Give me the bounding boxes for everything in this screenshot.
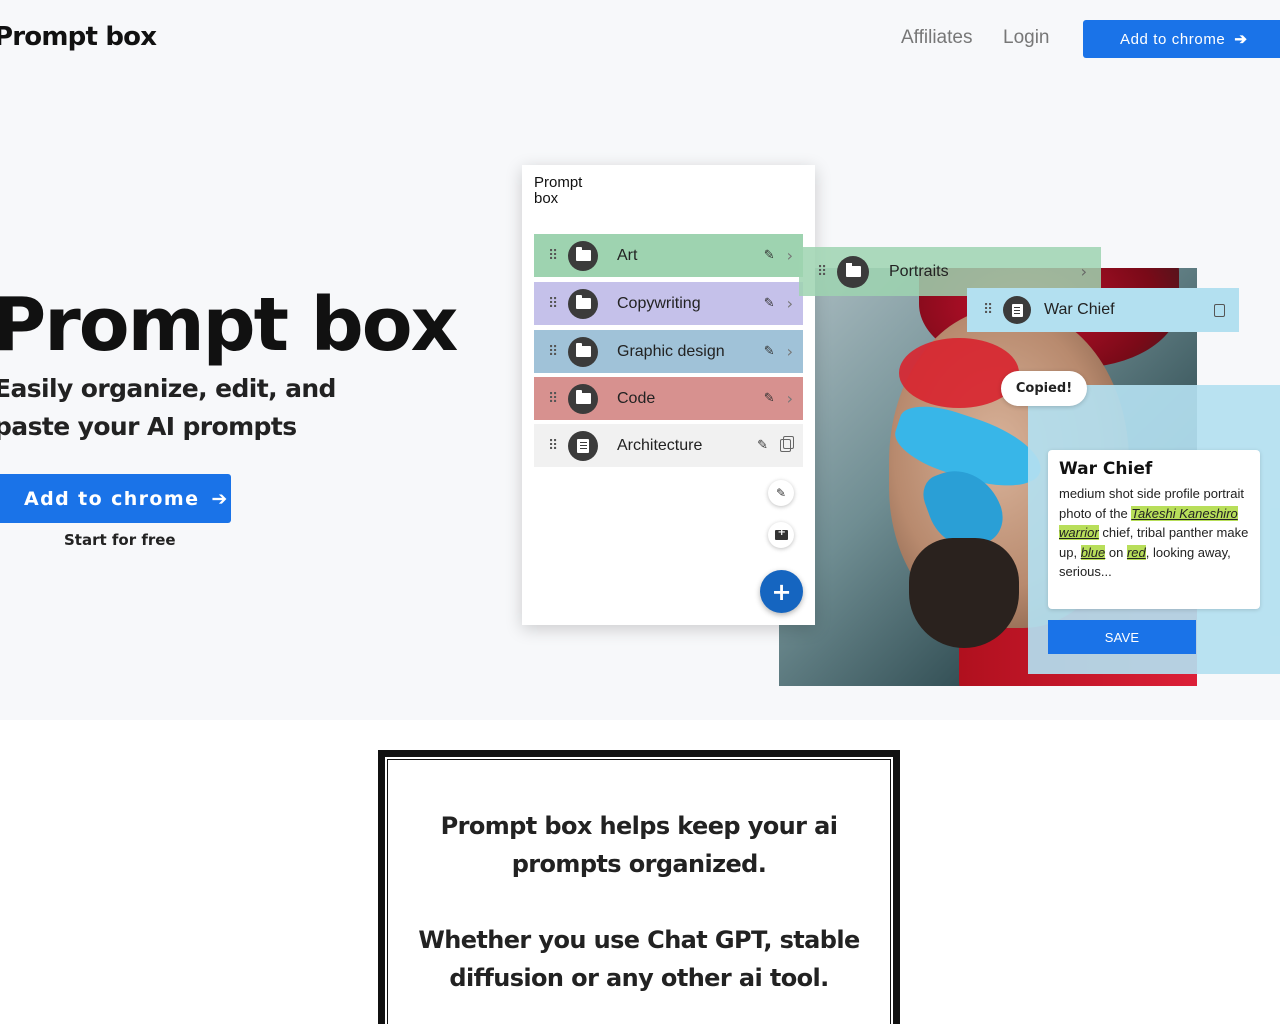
header-add-to-chrome-button[interactable]: Add to chrome ➔ <box>1083 20 1280 58</box>
prompt-label: Architecture <box>617 436 703 454</box>
add-button[interactable]: + <box>760 570 803 613</box>
edit-icon[interactable]: ✎ <box>757 438 768 453</box>
chevron-right-icon[interactable]: › <box>787 246 793 265</box>
prompt-card-title: War Chief <box>1059 459 1153 479</box>
folder-label: Art <box>617 246 638 264</box>
hero-cta-label: Add to chrome <box>24 487 200 510</box>
panel-title: Prompt box <box>534 174 583 207</box>
folder-icon <box>837 255 869 288</box>
chevron-right-icon[interactable]: › <box>1081 262 1087 281</box>
folder-row-code[interactable]: ⠿ Code ✎ › <box>534 377 803 420</box>
folder-icon <box>568 240 598 271</box>
info-line-2: Whether you use Chat GPT, stable diffusi… <box>418 926 860 992</box>
drag-handle-icon[interactable]: ⠿ <box>548 297 566 311</box>
document-icon <box>1003 296 1031 324</box>
copy-icon[interactable] <box>1214 303 1225 317</box>
highlight-variable[interactable]: red <box>1126 544 1146 560</box>
hero-subtitle: Easily organize, edit, and paste your AI… <box>0 374 336 441</box>
folder-row-art[interactable]: ⠿ Art ✎ › <box>534 234 803 277</box>
drag-handle-icon[interactable]: ⠿ <box>548 345 566 359</box>
drag-handle-icon[interactable]: ⠿ <box>548 392 566 406</box>
folder-label: Copywriting <box>617 294 701 312</box>
arrow-right-icon: ➔ <box>211 487 229 510</box>
start-free-note: Start for free <box>64 531 176 549</box>
hero-section: Prompt box Affiliates Login Add to chrom… <box>0 0 1280 720</box>
info-line-1: Prompt box helps keep your ai prompts or… <box>440 812 838 878</box>
prompt-card-body[interactable]: medium shot side profile portrait photo … <box>1059 484 1250 582</box>
info-box: Prompt box helps keep your ai prompts or… <box>378 750 900 1024</box>
edit-icon[interactable]: ✎ <box>764 344 775 359</box>
pencil-icon: ✎ <box>775 486 787 500</box>
drag-handle-icon[interactable]: ⠿ <box>817 264 835 280</box>
folder-row-graphic-design[interactable]: ⠿ Graphic design ✎ › <box>534 330 803 373</box>
prompt-card[interactable]: War Chief medium shot side profile portr… <box>1048 450 1260 609</box>
folder-plus-icon <box>774 527 788 540</box>
drag-handle-icon[interactable]: ⠿ <box>548 249 566 263</box>
chevron-right-icon[interactable]: › <box>787 342 793 361</box>
folder-icon <box>568 336 598 367</box>
hero-add-to-chrome-button[interactable]: Add to chrome ➔ <box>0 474 231 523</box>
folder-label: Portraits <box>889 262 949 280</box>
edit-icon[interactable]: ✎ <box>764 391 775 406</box>
folder-icon <box>568 383 598 414</box>
nav-affiliates-link[interactable]: Affiliates <box>901 27 972 49</box>
prompt-row-architecture[interactable]: ⠿ Architecture ✎ <box>534 424 803 467</box>
folder-row-copywriting[interactable]: ⠿ Copywriting ✎ › <box>534 282 803 325</box>
folder-label: Graphic design <box>617 342 725 360</box>
brand-logo[interactable]: Prompt box <box>0 22 157 52</box>
dragged-prompt-war-chief[interactable]: ⠿ War Chief <box>967 288 1239 332</box>
folder-label: Code <box>617 389 656 407</box>
copy-icon[interactable] <box>780 436 794 452</box>
hero-title: Prompt box <box>0 282 458 368</box>
arrow-right-icon: ➔ <box>1234 31 1248 48</box>
folder-icon <box>568 288 598 319</box>
new-folder-button[interactable] <box>768 522 794 548</box>
extension-panel: Prompt box ⠿ Art ✎ › ⠿ Copywriting ✎ › ⠿… <box>522 165 815 625</box>
edit-icon[interactable]: ✎ <box>764 248 775 263</box>
copied-toast: Copied! <box>1001 371 1087 406</box>
nav-login-link[interactable]: Login <box>1003 27 1050 49</box>
chevron-right-icon[interactable]: › <box>787 294 793 313</box>
document-icon <box>568 430 598 461</box>
edit-icon[interactable]: ✎ <box>764 296 775 311</box>
highlight-variable[interactable]: blue <box>1080 544 1106 560</box>
header-cta-label: Add to chrome <box>1120 30 1226 48</box>
drag-handle-icon[interactable]: ⠿ <box>983 302 1001 318</box>
prompt-label: War Chief <box>1044 301 1115 318</box>
chevron-right-icon[interactable]: › <box>787 389 793 408</box>
save-button[interactable]: SAVE <box>1048 620 1196 654</box>
drag-handle-icon[interactable]: ⠿ <box>548 439 566 453</box>
new-prompt-button[interactable]: ✎ <box>768 480 794 506</box>
